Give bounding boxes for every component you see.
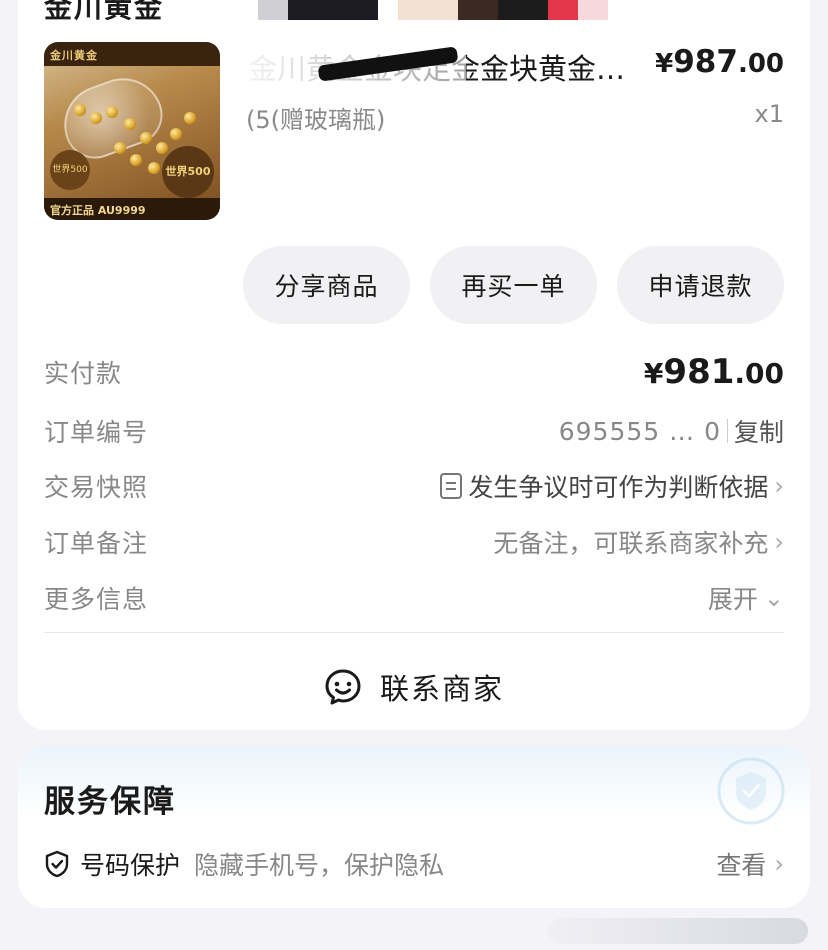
product-image-footer: 官方正品 AU9999 bbox=[44, 198, 220, 220]
product-spec: (5(赠玻璃瓶) bbox=[246, 106, 386, 134]
paid-amount-row: 实付款 ¥981.00 bbox=[44, 352, 784, 392]
number-protection-desc: 隐藏手机号，保护隐私 bbox=[194, 851, 445, 880]
buy-again-button[interactable]: 再买一单 bbox=[430, 246, 597, 324]
order-card: 金川黄金 金川黄金 世界500强 世界500强 官方正品 AU9999 金川黄金… bbox=[18, 0, 810, 730]
trade-snapshot-row[interactable]: 交易快照 发生争议时可作为判断依据 › bbox=[44, 466, 784, 506]
request-refund-button[interactable]: 申请退款 bbox=[617, 246, 784, 324]
service-guarantee-title: 服务保障 bbox=[44, 784, 176, 820]
product-price: ¥987.00 bbox=[655, 44, 784, 80]
order-number-row: 订单编号 695555 … 0 复制 bbox=[44, 411, 784, 451]
number-protection-row[interactable]: 号码保护 隐藏手机号，保护隐私 查看 › bbox=[44, 844, 784, 884]
shop-thumbnail-strip bbox=[198, 0, 608, 20]
shield-check-icon bbox=[45, 850, 69, 878]
more-info-label: 更多信息 bbox=[44, 585, 149, 614]
decorative-shield-icon bbox=[717, 757, 785, 825]
paid-amount-label: 实付款 bbox=[44, 359, 123, 388]
shop-name[interactable]: 金川黄金 bbox=[44, 0, 164, 26]
share-product-button[interactable]: 分享商品 bbox=[243, 246, 410, 324]
snapshot-document-icon bbox=[440, 473, 463, 499]
trade-snapshot-label: 交易快照 bbox=[44, 473, 149, 502]
chat-smile-icon bbox=[325, 669, 361, 705]
view-number-protection-link[interactable]: 查看 bbox=[716, 846, 766, 882]
order-number-value: 695555 … 0 bbox=[558, 416, 721, 446]
expand-more-info[interactable]: 展开 bbox=[708, 580, 758, 616]
chevron-right-icon: › bbox=[774, 850, 784, 878]
section-divider bbox=[44, 632, 784, 633]
chevron-down-icon: ⌄ bbox=[763, 584, 784, 612]
copy-order-number-button[interactable]: 复制 bbox=[734, 413, 784, 449]
trade-snapshot-value: 发生争议时可作为判断依据 bbox=[468, 473, 769, 502]
product-image[interactable]: 金川黄金 世界500强 世界500强 官方正品 AU9999 bbox=[44, 42, 220, 220]
contact-merchant-label: 联系商家 bbox=[379, 672, 504, 706]
order-remark-value: 无备注，可联系商家补充 bbox=[493, 529, 769, 558]
product-image-brand: 金川黄金 bbox=[44, 42, 220, 66]
chevron-right-icon: › bbox=[774, 528, 784, 556]
shop-header[interactable]: 金川黄金 bbox=[44, 0, 164, 26]
contact-merchant-button[interactable]: 联系商家 bbox=[18, 664, 810, 710]
more-info-row[interactable]: 更多信息 展开 ⌄ bbox=[44, 578, 784, 618]
service-guarantee-card: 服务保障 号码保护 隐藏手机号，保护隐私 查看 › bbox=[18, 746, 810, 908]
paid-amount-value: ¥981.00 bbox=[643, 352, 784, 392]
order-remark-row[interactable]: 订单备注 无备注，可联系商家补充 › bbox=[44, 522, 784, 562]
product-image-seal: 世界500强 bbox=[162, 146, 214, 220]
product-image-seal-left: 世界500强 bbox=[50, 150, 90, 215]
order-actions: 分享商品 再买一单 申请退款 bbox=[243, 246, 784, 324]
number-protection-label: 号码保护 bbox=[80, 851, 181, 880]
watermark bbox=[548, 918, 808, 944]
chevron-right-icon: › bbox=[774, 472, 784, 500]
divider bbox=[726, 419, 728, 443]
order-remark-label: 订单备注 bbox=[44, 529, 149, 558]
product-quantity: x1 bbox=[754, 100, 784, 128]
order-number-label: 订单编号 bbox=[44, 418, 149, 447]
